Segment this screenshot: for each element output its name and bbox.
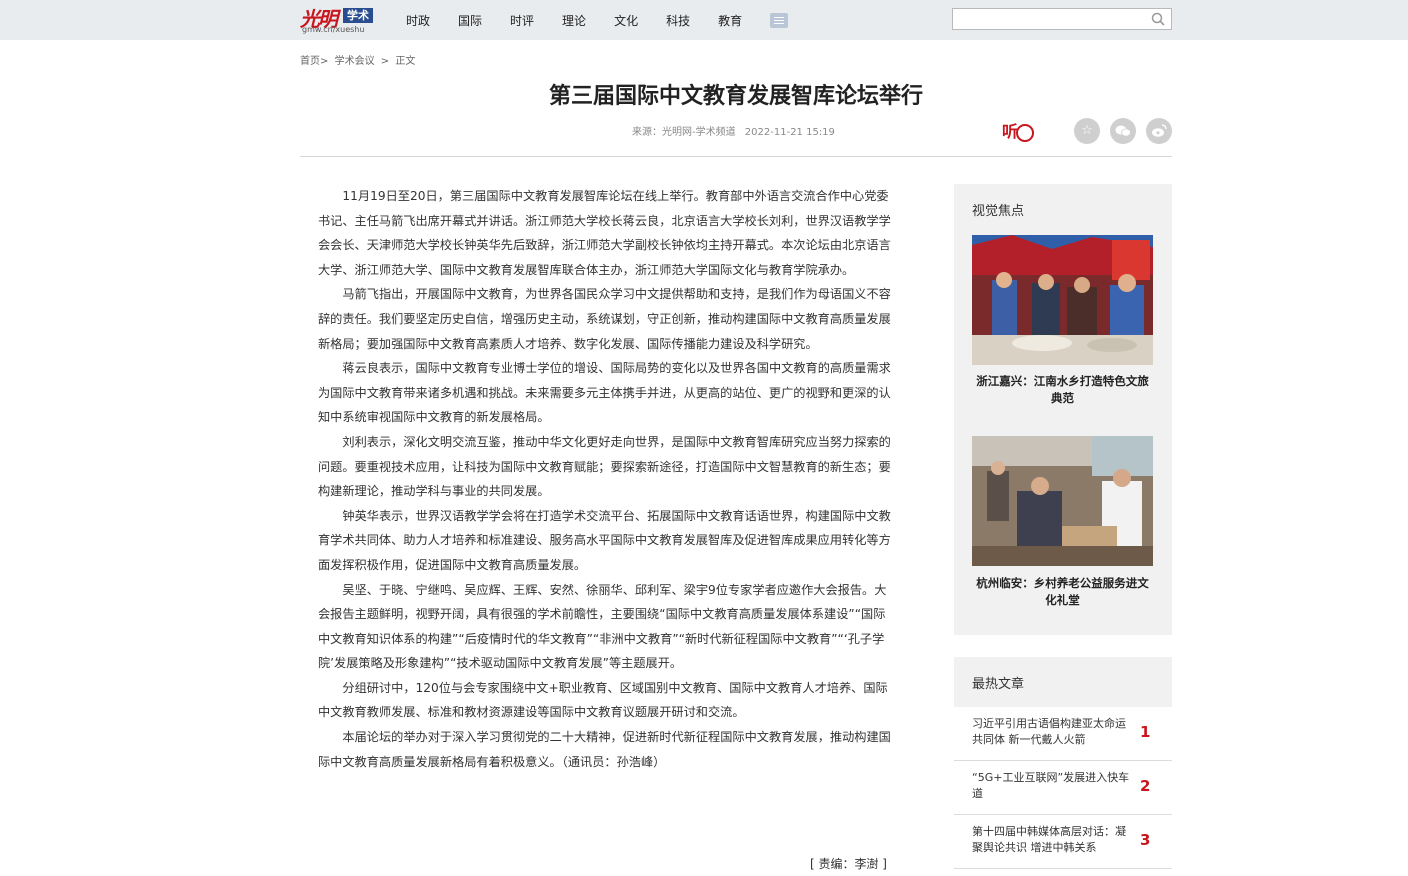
nav-item-culture[interactable]: 文化 bbox=[614, 12, 638, 29]
focus-photo-1[interactable] bbox=[972, 235, 1153, 365]
nav-item-theory[interactable]: 理论 bbox=[562, 12, 586, 29]
article-paragraph: 本届论坛的举办对于深入学习贯彻党的二十大精神，促进新时代新征程国际中文教育发展，… bbox=[318, 730, 891, 769]
nav-item-education[interactable]: 教育 bbox=[718, 12, 742, 29]
article-body: 11月19日至20日，第三届国际中文教育发展智库论坛在线上举行。教育部中外语言交… bbox=[318, 184, 892, 774]
editor-credit: [ 责编：李澍 ] bbox=[810, 857, 887, 871]
focus-photo-2[interactable] bbox=[972, 436, 1153, 566]
logo-url: gmw.cn/xueshu bbox=[302, 25, 365, 34]
nav-item-tech[interactable]: 科技 bbox=[666, 12, 690, 29]
wechat-icon[interactable] bbox=[1110, 118, 1136, 144]
article-paragraph: 蒋云良表示，国际中文教育专业博士学位的增设、国际局势的变化以及世界各国中文教育的… bbox=[318, 361, 891, 425]
hot-article-title[interactable]: 第十四届中韩媒体高层对话：凝聚舆论共识 增进中韩关系 bbox=[972, 824, 1132, 856]
article-meta: 来源：光明网-学术频道 2022-11-21 15:19 bbox=[632, 123, 841, 138]
site-logo[interactable]: 光明 学术 gmw.cn/xueshu bbox=[300, 3, 380, 37]
article-paragraph: 刘利表示，深化文明交流互鉴，推动中华文化更好走向世界，是国际中文教育智库研究应当… bbox=[318, 434, 891, 499]
hot-article-item[interactable]: 习近平引用古语倡构建亚太命运共同体 新一代戴人火箭 1 bbox=[954, 707, 1172, 761]
breadcrumb: 首页> 学术会议 > 正文 bbox=[300, 52, 418, 67]
hot-articles-title: 最热文章 bbox=[972, 677, 1025, 692]
breadcrumb-home[interactable]: 首页> bbox=[300, 56, 328, 67]
hot-article-item[interactable]: “5G+工业互联网”发展进入快车道 2 bbox=[954, 761, 1172, 815]
focus-caption-1[interactable]: 浙江嘉兴：江南水乡打造特色文旅典范 bbox=[972, 373, 1153, 407]
article-paragraph: 分组研讨中，120位与会专家围绕中文+职业教育、区域国别中文教育、国际中文教育人… bbox=[318, 680, 888, 720]
hot-article-title[interactable]: 习近平引用古语倡构建亚太命运共同体 新一代戴人火箭 bbox=[972, 716, 1132, 748]
hot-articles-header: 最热文章 bbox=[954, 657, 1172, 707]
article-paragraph: 钟英华表示，世界汉语教学学会将在打造学术交流平台、拓展国际中文教育话语世界，构建… bbox=[318, 508, 891, 572]
hot-article-item[interactable]: 第十四届中韩媒体高层对话：凝聚舆论共识 增进中韩关系 3 bbox=[954, 815, 1172, 869]
menu-list-icon[interactable] bbox=[770, 12, 789, 28]
search-icon[interactable] bbox=[1151, 12, 1165, 26]
article-paragraph: 吴坚、于晓、宁继鸣、吴应辉、王辉、安然、徐丽华、邱利军、梁宇9位专家学者应邀作大… bbox=[318, 582, 887, 671]
nav-item-politics[interactable]: 时政 bbox=[406, 12, 430, 29]
weibo-icon[interactable] bbox=[1146, 118, 1172, 144]
article-paragraph: 11月19日至20日，第三届国际中文教育发展智库论坛在线上举行。教育部中外语言交… bbox=[318, 189, 891, 277]
breadcrumb-separator: > bbox=[380, 56, 390, 67]
hot-article-title[interactable]: “5G+工业互联网”发展进入快车道 bbox=[972, 770, 1132, 802]
hot-articles-panel: 最热文章 习近平引用古语倡构建亚太命运共同体 新一代戴人火箭 1 “5G+工业互… bbox=[954, 657, 1172, 876]
hot-article-rank: 2 bbox=[1140, 777, 1151, 795]
visual-focus-title: 视觉焦点 bbox=[972, 204, 1025, 219]
hot-article-rank: 3 bbox=[1140, 831, 1151, 849]
breadcrumb-section[interactable]: 学术会议 bbox=[335, 56, 375, 67]
listen-icon bbox=[1016, 123, 1035, 142]
article-paragraph: 马箭飞指出，开展国际中文教育，为世界各国民众学习中文提供帮助和支持，是我们作为母… bbox=[318, 287, 891, 351]
breadcrumb-current: 正文 bbox=[395, 56, 416, 67]
nav-item-commentary[interactable]: 时评 bbox=[510, 12, 534, 29]
article-source: 来源：光明网-学术频道 bbox=[632, 127, 736, 138]
nav-item-international[interactable]: 国际 bbox=[458, 12, 482, 29]
title-divider bbox=[300, 156, 1172, 157]
article-title: 第三届国际中文教育发展智库论坛举行 bbox=[548, 84, 923, 109]
listen-button[interactable]: 听 bbox=[1002, 118, 1035, 142]
main-nav: 时政 国际 时评 理论 文化 科技 教育 bbox=[406, 0, 789, 40]
favorite-icon[interactable]: ☆ bbox=[1074, 118, 1100, 144]
article-date: 2022-11-21 15:19 bbox=[744, 127, 835, 138]
focus-caption-2[interactable]: 杭州临安：乡村养老公益服务进文化礼堂 bbox=[972, 575, 1153, 609]
visual-focus-panel: 视觉焦点 浙江嘉兴：江南水乡打造特色文旅典范 杭州临安：乡村养老公益服务进文化礼… bbox=[954, 184, 1172, 635]
search-input[interactable] bbox=[953, 10, 1143, 30]
top-bar: 光明 学术 gmw.cn/xueshu 时政 国际 时评 理论 文化 科技 教育 bbox=[0, 0, 1408, 40]
hot-article-rank: 1 bbox=[1140, 723, 1151, 741]
search-box bbox=[952, 8, 1172, 30]
logo-badge: 学术 bbox=[343, 8, 373, 23]
